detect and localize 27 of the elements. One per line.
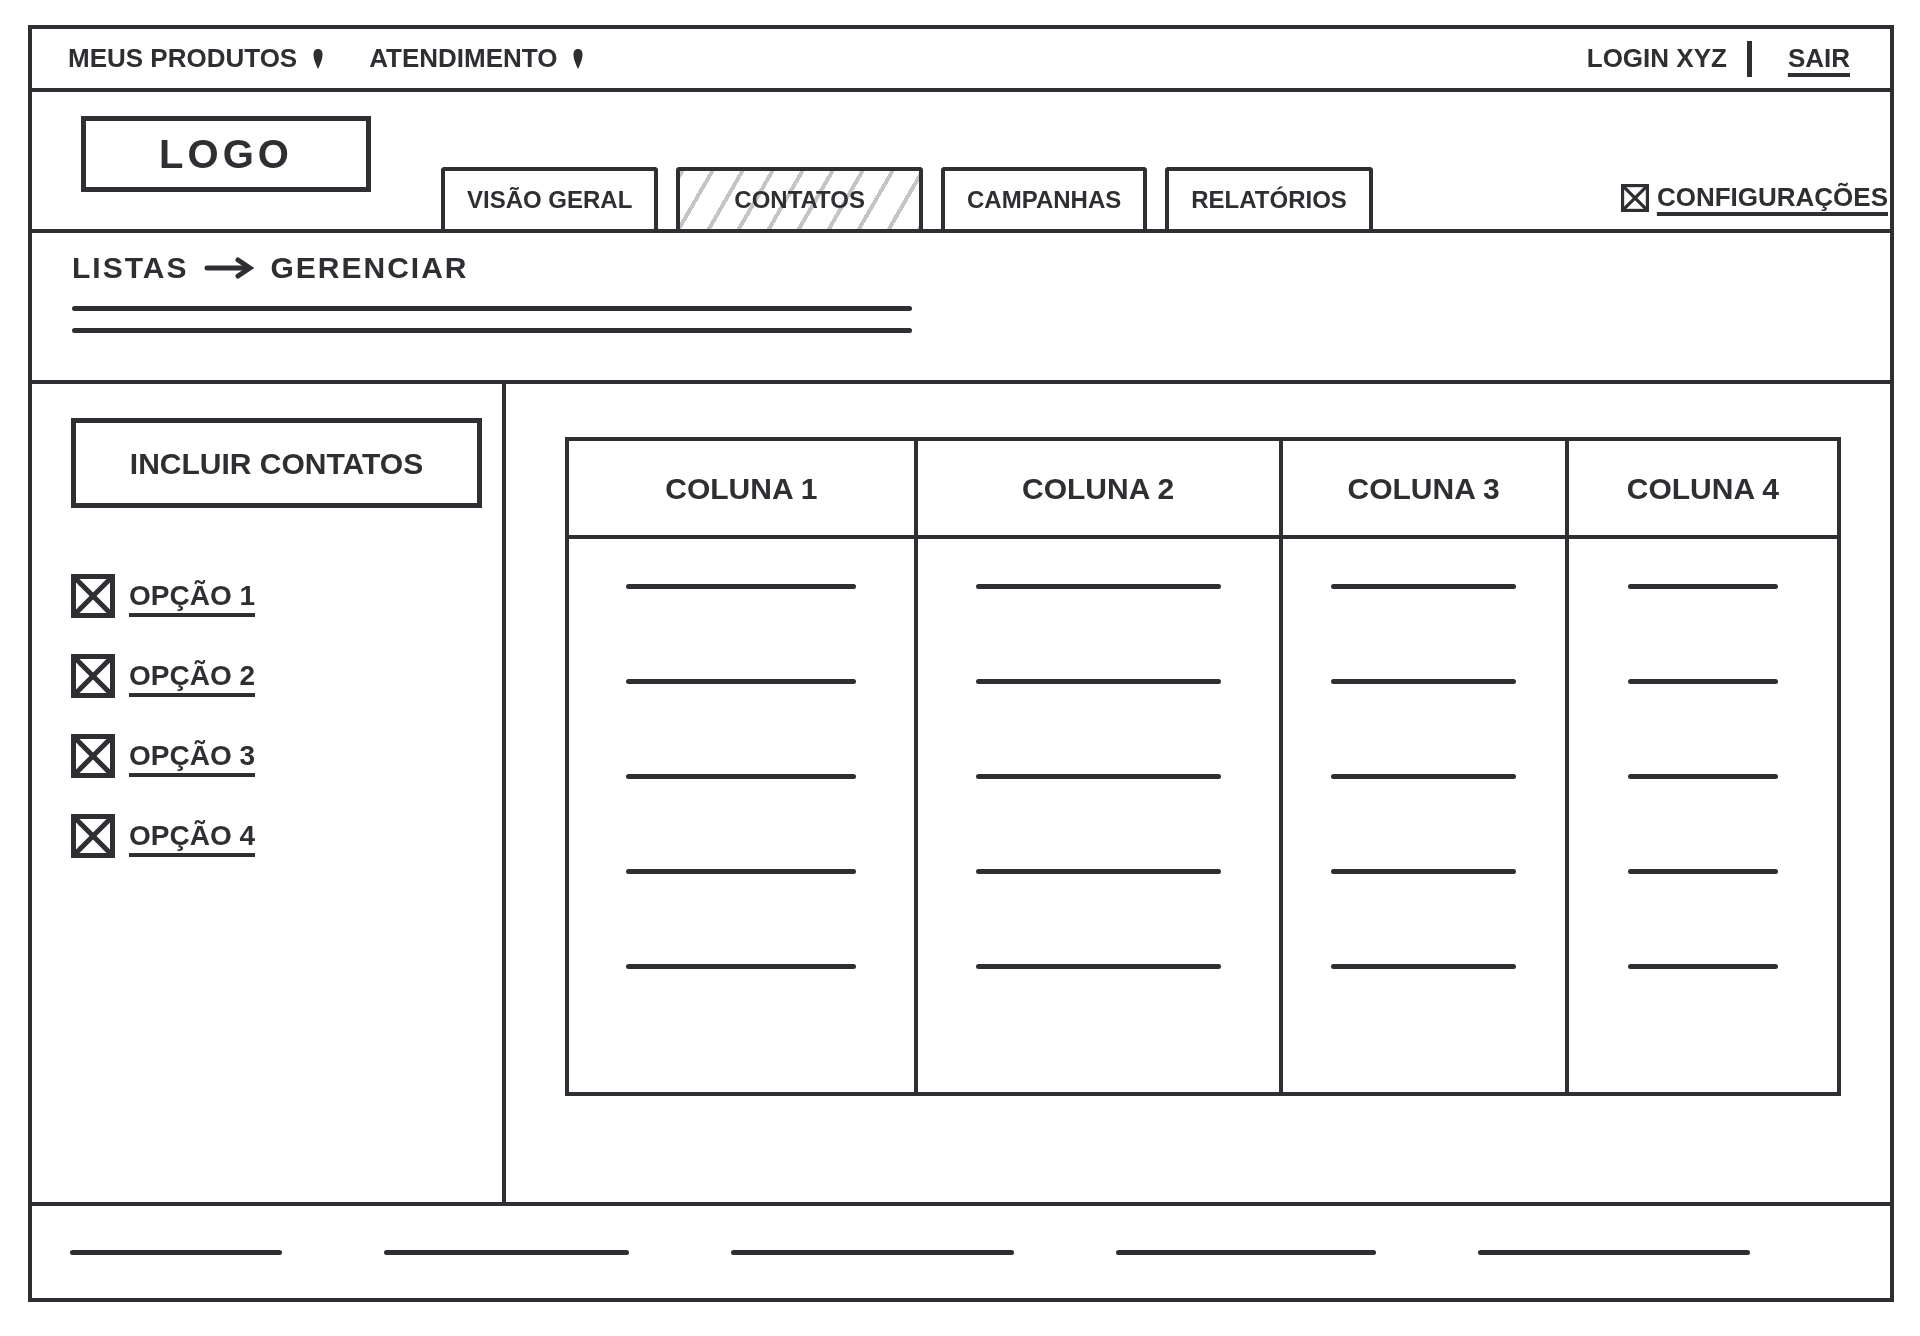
add-contacts-button[interactable]: INCLUIR CONTATOS xyxy=(71,418,482,508)
column-header: COLUNA 1 xyxy=(569,441,914,539)
menu-item[interactable]: ATENDIMENTO xyxy=(369,39,586,78)
checkbox[interactable] xyxy=(71,654,115,698)
breadcrumb-current: GERENCIAR xyxy=(270,250,469,286)
crossed-box-icon xyxy=(1620,183,1649,212)
column-header: COLUNA 3 xyxy=(1282,441,1565,539)
option-label[interactable]: OPÇÃO 1 xyxy=(129,575,256,617)
menu-item[interactable]: MEUS PRODUTOS xyxy=(68,39,326,78)
option-label[interactable]: OPÇÃO 4 xyxy=(129,815,256,857)
logo-text: LOGO xyxy=(159,131,293,178)
nav-tab[interactable]: RELATÓRIOS xyxy=(1165,167,1373,229)
option-label[interactable]: OPÇÃO 2 xyxy=(129,655,256,697)
option-label[interactable]: OPÇÃO 3 xyxy=(129,735,256,777)
checkbox[interactable] xyxy=(71,734,115,778)
checkbox[interactable] xyxy=(71,814,115,858)
logout-link[interactable]: SAIR xyxy=(1787,39,1850,78)
nav-tab[interactable]: VISÃO GERAL xyxy=(441,167,659,229)
checkbox[interactable] xyxy=(71,574,115,618)
nav-tab[interactable]: CAMPANHAS xyxy=(941,167,1148,229)
nav-tab[interactable]: CONTATOS xyxy=(676,167,924,229)
settings-link[interactable]: CONFIGURAÇÕES xyxy=(1620,178,1888,217)
breadcrumb-link[interactable]: LISTAS xyxy=(72,245,189,290)
arrow-right-icon xyxy=(204,256,255,279)
user-label: LOGIN XYZ xyxy=(1586,42,1727,75)
column-header: COLUNA 2 xyxy=(917,441,1279,539)
column-header: COLUNA 4 xyxy=(1568,441,1837,539)
